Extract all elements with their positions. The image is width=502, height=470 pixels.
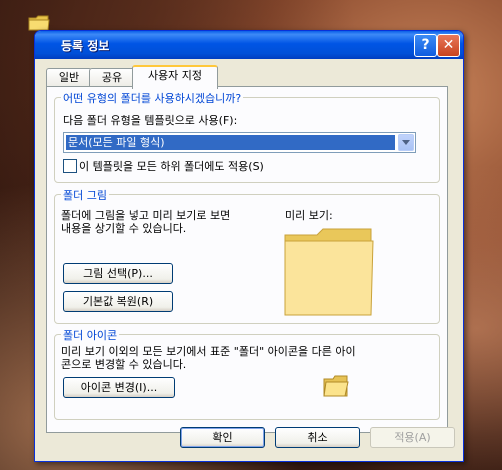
apply-button[interactable]: 적용(A) <box>370 427 455 448</box>
tab-customize[interactable]: 사용자 지정 <box>132 65 218 89</box>
change-icon-button[interactable]: 아이콘 변경(I)... <box>63 377 175 398</box>
folder-preview-icon <box>284 228 374 316</box>
template-prompt-label: 다음 폴더 유형을 템플릿으로 사용(F): <box>63 114 238 127</box>
folder-type-legend: 어떤 유형의 폴더를 사용하시겠습니까? <box>61 90 244 106</box>
choose-picture-button[interactable]: 그림 선택(P)... <box>63 263 173 284</box>
folder-picture-legend: 폴더 그림 <box>61 187 109 203</box>
folder-type-selected-value: 문서(모든 파일 형식) <box>66 135 395 150</box>
folder-icon-legend: 폴더 아이콘 <box>61 327 120 343</box>
preview-label: 미리 보기: <box>285 209 333 222</box>
dropdown-arrow-icon[interactable] <box>398 134 414 151</box>
folder-picture-group: 폴더 그림 폴더에 그림을 넣고 미리 보기로 보면 내용을 상기할 수 있습니… <box>54 187 440 324</box>
dialog-title: 등록 정보 <box>61 39 110 53</box>
icon-description-line2: 콘으로 변경할 수 있습니다. <box>61 358 187 371</box>
folder-small-icon <box>323 375 349 397</box>
ok-button[interactable]: 확인 <box>180 427 265 448</box>
title-bar[interactable]: 등록 정보 ? ✕ <box>35 31 463 59</box>
apply-subfolders-checkbox[interactable] <box>63 159 77 173</box>
dialog-body: 일반 공유 사용자 지정 어떤 유형의 폴더를 사용하시겠습니까? 다음 폴더 … <box>38 59 460 458</box>
close-button[interactable]: ✕ <box>437 34 460 57</box>
customize-panel: 어떤 유형의 폴더를 사용하시겠습니까? 다음 폴더 유형을 템플릿으로 사용(… <box>46 86 448 433</box>
picture-description-line2: 내용을 상기할 수 있습니다. <box>61 222 187 235</box>
properties-dialog: 등록 정보 ? ✕ 일반 공유 사용자 지정 어떤 유형의 폴더를 사용하시겠습… <box>34 30 464 462</box>
help-button[interactable]: ? <box>414 34 437 57</box>
folder-icon-group: 폴더 아이콘 미리 보기 이외의 모든 보기에서 표준 "폴더" 아이콘을 다른… <box>54 327 440 420</box>
restore-default-button[interactable]: 기본값 복원(R) <box>63 291 173 312</box>
folder-type-group: 어떤 유형의 폴더를 사용하시겠습니까? 다음 폴더 유형을 템플릿으로 사용(… <box>54 90 440 183</box>
tab-general[interactable]: 일반 <box>46 68 92 87</box>
tab-sharing[interactable]: 공유 <box>89 68 135 87</box>
cancel-button[interactable]: 취소 <box>275 427 360 448</box>
folder-type-select[interactable]: 문서(모든 파일 형식) <box>63 132 416 153</box>
apply-subfolders-label[interactable]: 이 템플릿을 모든 하위 폴더에도 적용(S) <box>79 158 264 174</box>
